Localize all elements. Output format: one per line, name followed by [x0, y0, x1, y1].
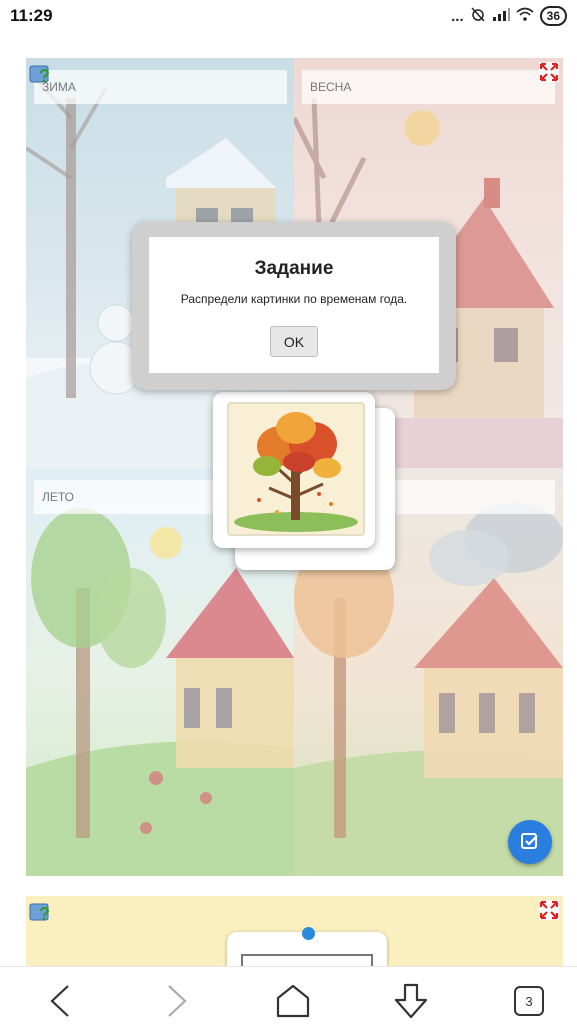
download-button[interactable]	[389, 979, 433, 1023]
back-button[interactable]	[38, 979, 82, 1023]
task-dialog-body: Задание Распредели картинки по временам …	[149, 237, 439, 373]
wifi-icon	[516, 7, 534, 25]
second-exercise-card-frame	[241, 954, 373, 966]
ok-button[interactable]: OK	[270, 326, 318, 357]
check-icon	[521, 833, 538, 849]
autumn-tree-image	[227, 402, 365, 536]
svg-text:?: ?	[39, 904, 50, 924]
status-icons: ... 36	[451, 6, 567, 26]
dialog-message: Распредели картинки по временам года.	[180, 292, 408, 306]
fullscreen-icon[interactable]	[539, 62, 559, 82]
home-button[interactable]	[271, 979, 315, 1023]
task-dialog: Задание Распредели картинки по временам …	[132, 222, 456, 390]
alarm-off-icon	[470, 6, 486, 26]
second-exercise-widget: ?	[26, 896, 563, 966]
picture-card-autumn-tree[interactable]	[213, 392, 375, 548]
signal-icon	[492, 7, 510, 25]
fullscreen-icon[interactable]	[539, 900, 559, 920]
dots-icon: ...	[451, 7, 464, 25]
tabs-button[interactable]: 3	[507, 979, 551, 1023]
forward-button[interactable]	[155, 979, 199, 1023]
battery-indicator: 36	[539, 6, 567, 26]
browser-bottom-nav: 3	[0, 966, 577, 1035]
forward-arrow-icon	[168, 985, 187, 1017]
status-time: 11:29	[10, 6, 53, 25]
spring-drop-zone[interactable]: ВЕСНА	[302, 70, 555, 104]
download-icon	[394, 983, 428, 1019]
help-icon[interactable]: ?	[28, 900, 52, 924]
dialog-title: Задание	[254, 258, 334, 279]
winter-drop-zone[interactable]: ЗИМА	[34, 70, 287, 104]
connector-dot[interactable]	[302, 927, 315, 940]
check-button[interactable]	[508, 820, 552, 864]
tabs-count: 3	[514, 986, 544, 1016]
status-bar: 11:29 ... 36	[0, 0, 577, 34]
help-icon[interactable]: ?	[28, 62, 52, 86]
svg-text:?: ?	[39, 66, 50, 86]
home-icon	[276, 984, 310, 1018]
back-arrow-icon	[50, 985, 69, 1017]
